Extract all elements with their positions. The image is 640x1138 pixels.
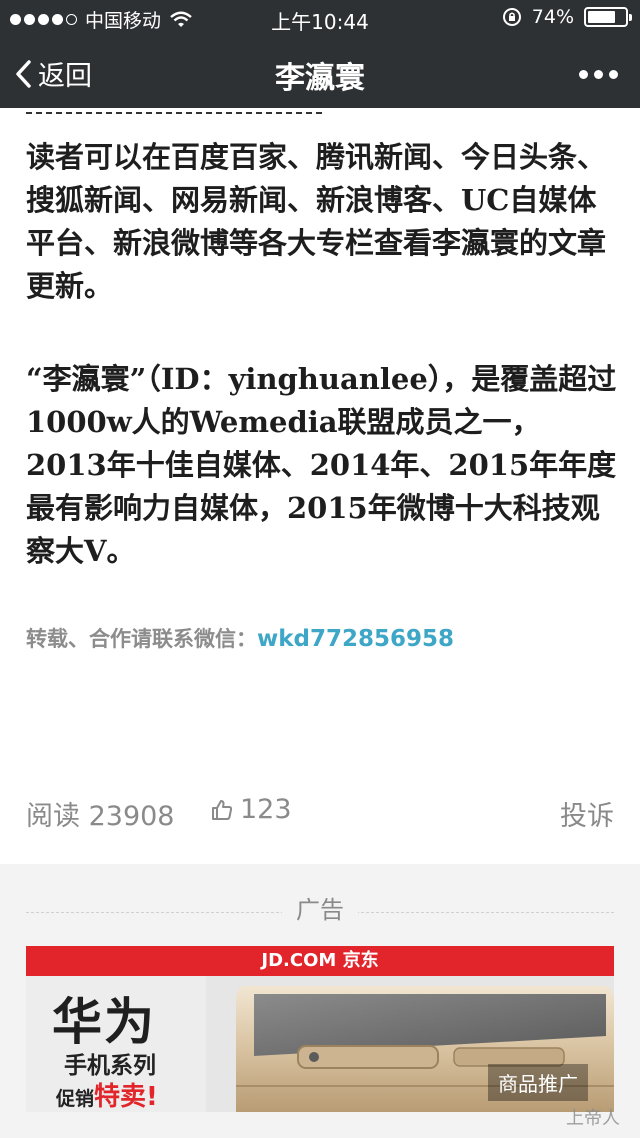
- ad-section: 广告 JD.COM 京东 华为 手机系列 促销特卖! 商品推广 上帝人: [0, 864, 640, 1138]
- wechat-id-link[interactable]: wkd772856958: [257, 626, 454, 652]
- ad-sale-suffix: !: [146, 1082, 158, 1112]
- report-button[interactable]: 投诉: [560, 794, 614, 833]
- status-bar: 中国移动 上午10:44 74%: [0, 0, 640, 36]
- like-count: 123: [240, 794, 292, 825]
- thumbs-up-icon: [212, 799, 233, 820]
- ad-text-panel: 华为 手机系列 促销特卖!: [26, 976, 206, 1112]
- ad-series-text: 手机系列: [64, 1053, 156, 1079]
- battery-percent: 74%: [531, 6, 574, 28]
- more-dot-icon: [594, 70, 603, 79]
- contact-label: 转载、合作请联系微信：: [26, 627, 257, 651]
- ad-banner[interactable]: JD.COM 京东 华为 手机系列 促销特卖! 商品推广: [26, 946, 614, 1112]
- status-right: 74%: [502, 6, 632, 28]
- more-dot-icon: [579, 70, 588, 79]
- ad-sale-text: 促销特卖!: [56, 1076, 158, 1112]
- more-dot-icon: [609, 70, 618, 79]
- article-meta-row: 阅读 23908 123 投诉: [26, 794, 614, 834]
- section-divider: [26, 108, 322, 114]
- ad-brand-text: 华为: [52, 993, 156, 1051]
- ad-product-tag: 商品推广: [488, 1064, 588, 1101]
- watermark-text: 上帝人: [566, 1108, 620, 1129]
- article-paragraph-author-bio: “李瀛寰”（ID：yinghuanlee），是覆盖超过1000w人的Wemedi…: [26, 362, 617, 568]
- article-paragraph-platforms: 读者可以在百度百家、腾讯新闻、今日头条、搜狐新闻、网易新闻、新浪博客、UC自媒体…: [26, 140, 607, 303]
- ad-label-wrap: 广告: [0, 890, 640, 925]
- battery-fill: [588, 11, 615, 23]
- ad-sale-prefix: 促销: [56, 1088, 95, 1110]
- ad-label: 广告: [282, 896, 358, 924]
- ad-jd-header: JD.COM 京东: [26, 946, 614, 976]
- more-options-button[interactable]: [579, 70, 618, 79]
- page-title: 李瀛寰: [275, 61, 365, 96]
- navigation-bar: 返回 李瀛寰: [0, 36, 640, 108]
- like-button[interactable]: 123: [210, 794, 292, 825]
- ad-sale-highlight: 特卖: [94, 1082, 147, 1112]
- battery-icon: [584, 7, 632, 27]
- read-count: 阅读 23908: [26, 801, 175, 832]
- contact-line: 转载、合作请联系微信：wkd772856958: [26, 623, 454, 653]
- rotation-lock-icon: [502, 8, 521, 26]
